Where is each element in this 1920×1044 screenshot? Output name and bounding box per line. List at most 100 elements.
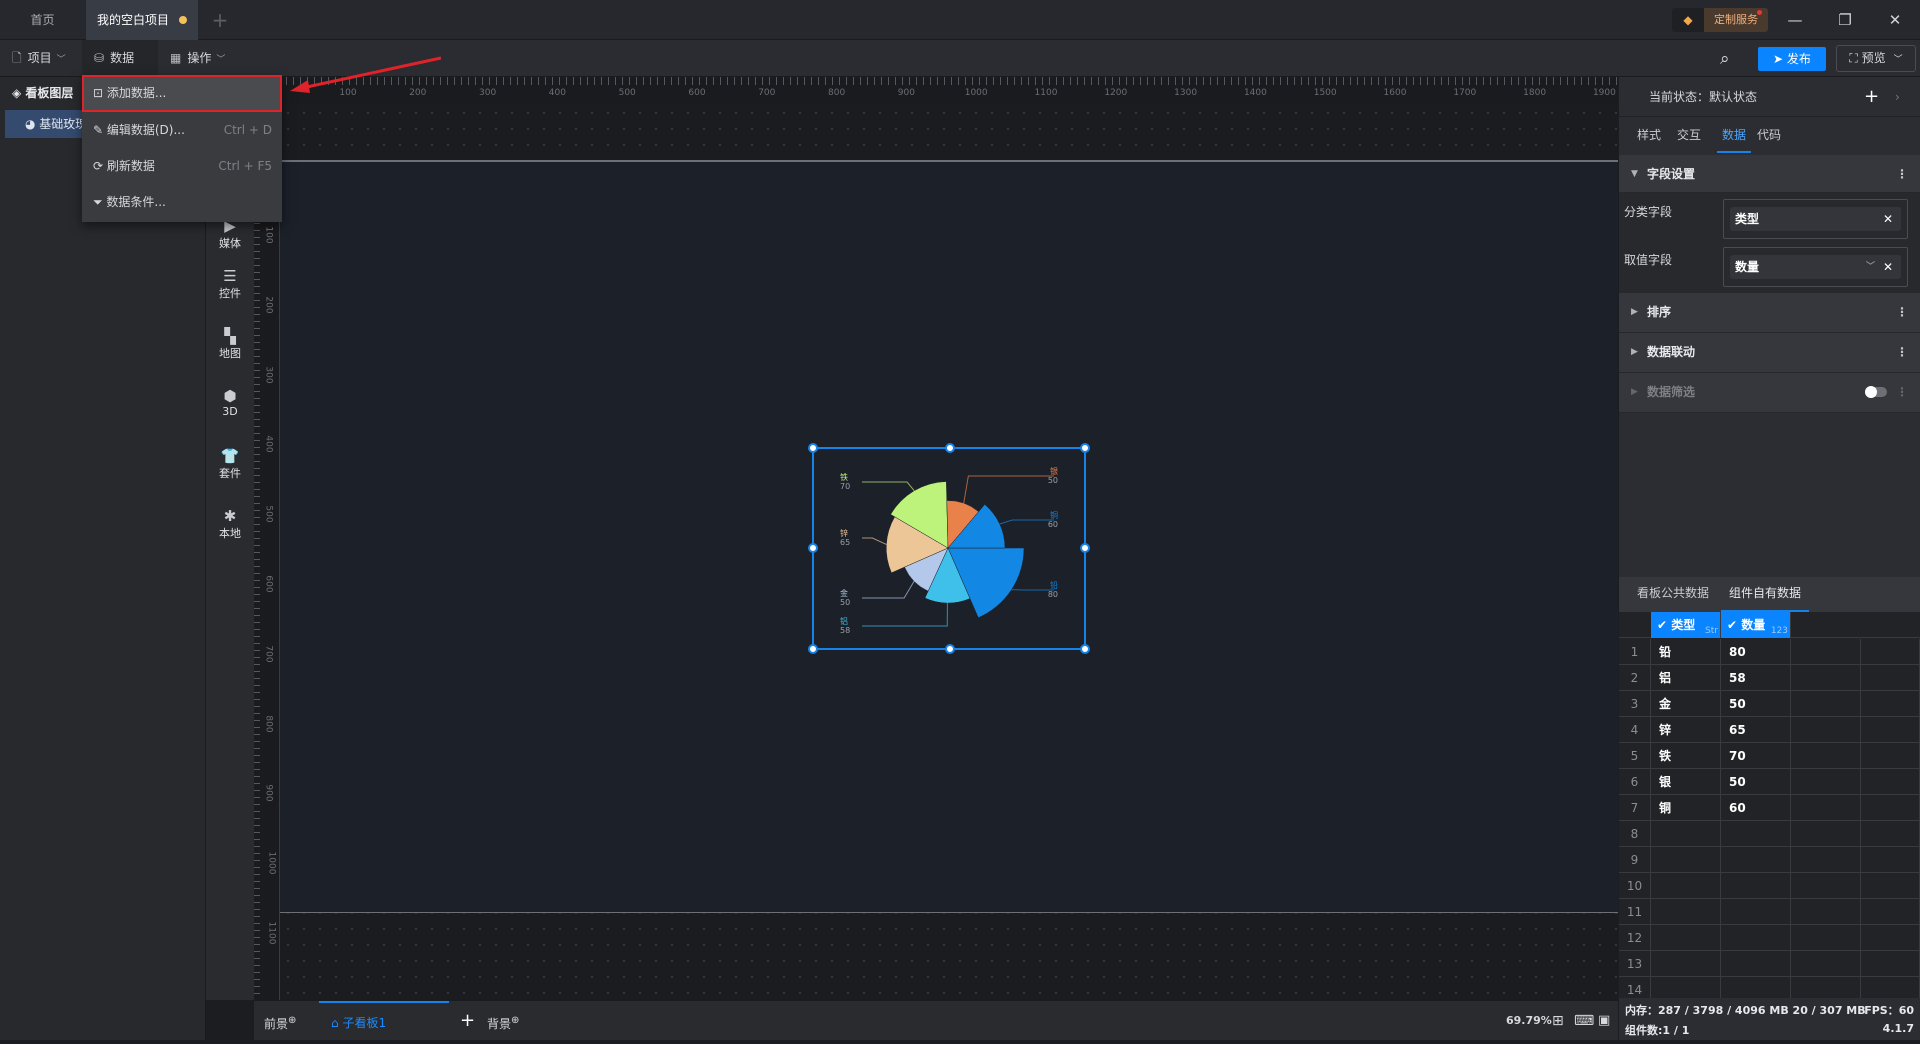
background-tab[interactable]: 背景⊕ bbox=[487, 1001, 519, 1041]
table-cell[interactable]: 铝 bbox=[1651, 665, 1721, 691]
table-cell[interactable] bbox=[1791, 821, 1861, 847]
row-number[interactable]: 1 bbox=[1619, 639, 1651, 665]
table-cell[interactable] bbox=[1791, 951, 1861, 977]
table-cell[interactable] bbox=[1721, 821, 1791, 847]
table-cell[interactable] bbox=[1791, 795, 1861, 821]
table-cell[interactable]: 58 bbox=[1721, 665, 1791, 691]
table-cell[interactable] bbox=[1861, 795, 1920, 821]
tab-home[interactable]: 首页 bbox=[0, 0, 85, 40]
foreground-tab[interactable]: 前景⊕ bbox=[264, 1001, 296, 1041]
clear-icon[interactable]: ✕ bbox=[1883, 255, 1893, 279]
table-cell[interactable]: 60 bbox=[1721, 795, 1791, 821]
row-number[interactable]: 7 bbox=[1619, 795, 1651, 821]
fit-screen-icon[interactable]: ⊞ bbox=[1552, 1001, 1564, 1041]
table-cell[interactable] bbox=[1861, 743, 1920, 769]
table-cell[interactable] bbox=[1721, 899, 1791, 925]
chevron-right-icon[interactable]: › bbox=[1895, 77, 1900, 117]
resize-handle[interactable] bbox=[808, 644, 818, 654]
category-field-select[interactable]: 类型✕ bbox=[1723, 199, 1908, 239]
resize-handle[interactable] bbox=[808, 543, 818, 553]
row-number[interactable]: 11 bbox=[1619, 899, 1651, 925]
table-cell[interactable] bbox=[1791, 769, 1861, 795]
section-data-filter[interactable]: ▶数据筛选 ⋮ bbox=[1619, 373, 1920, 413]
keyboard-icon[interactable]: ⌨ bbox=[1574, 1001, 1594, 1041]
row-number[interactable]: 5 bbox=[1619, 743, 1651, 769]
table-cell[interactable] bbox=[1861, 639, 1920, 665]
table-cell[interactable] bbox=[1861, 821, 1920, 847]
resize-handle[interactable] bbox=[945, 443, 955, 453]
subboard-tab[interactable]: ⌂ 子看板1 bbox=[319, 1001, 449, 1041]
add-state-icon[interactable]: + bbox=[1864, 77, 1879, 117]
row-number[interactable]: 3 bbox=[1619, 691, 1651, 717]
table-cell[interactable]: 50 bbox=[1721, 691, 1791, 717]
minimize-button[interactable]: — bbox=[1770, 0, 1820, 40]
table-cell[interactable]: 65 bbox=[1721, 717, 1791, 743]
more-icon[interactable]: ⋮ bbox=[1896, 333, 1908, 371]
table-cell[interactable] bbox=[1791, 873, 1861, 899]
table-cell[interactable] bbox=[1721, 977, 1791, 998]
row-number[interactable]: 9 bbox=[1619, 847, 1651, 873]
clear-icon[interactable]: ✕ bbox=[1883, 207, 1893, 231]
table-cell[interactable]: 铅 bbox=[1651, 639, 1721, 665]
tab-interaction[interactable]: 交互 bbox=[1677, 117, 1701, 153]
table-cell[interactable] bbox=[1791, 717, 1861, 743]
table-cell[interactable] bbox=[1791, 743, 1861, 769]
more-icon[interactable]: ⋮ bbox=[1896, 293, 1908, 331]
tab-data[interactable]: 数据 bbox=[1717, 117, 1751, 153]
row-number[interactable]: 14 bbox=[1619, 977, 1651, 998]
close-button[interactable]: ✕ bbox=[1870, 0, 1920, 40]
table-cell[interactable] bbox=[1861, 691, 1920, 717]
more-icon[interactable]: ⋮ bbox=[1896, 373, 1908, 411]
more-icon[interactable]: ⋮ bbox=[1896, 155, 1908, 193]
table-cell[interactable] bbox=[1651, 847, 1721, 873]
menu-project[interactable]: 🗋项目﹀ bbox=[0, 40, 78, 77]
add-subboard-button[interactable]: + bbox=[460, 1001, 475, 1041]
publish-button[interactable]: ➤ 发布 bbox=[1758, 47, 1826, 71]
filter-toggle[interactable] bbox=[1865, 387, 1887, 397]
selection-box[interactable] bbox=[812, 447, 1086, 650]
row-number[interactable]: 10 bbox=[1619, 873, 1651, 899]
table-cell[interactable] bbox=[1651, 873, 1721, 899]
table-cell[interactable] bbox=[1861, 665, 1920, 691]
menu-data[interactable]: ⛁数据︿ bbox=[82, 40, 158, 77]
component-map[interactable]: ▚地图 bbox=[206, 327, 254, 361]
value-field-select[interactable]: 数量﹀✕ bbox=[1723, 247, 1908, 287]
column-header[interactable]: ✔ 类型Str bbox=[1651, 612, 1721, 638]
table-cell[interactable] bbox=[1791, 925, 1861, 951]
table-cell[interactable] bbox=[1861, 873, 1920, 899]
table-cell[interactable] bbox=[1651, 899, 1721, 925]
add-tab-button[interactable]: + bbox=[205, 0, 235, 40]
table-cell[interactable] bbox=[1861, 769, 1920, 795]
component-media[interactable]: ▶媒体 bbox=[206, 217, 254, 251]
state-value[interactable]: 默认状态 bbox=[1709, 90, 1757, 104]
table-cell[interactable] bbox=[1651, 821, 1721, 847]
table-cell[interactable] bbox=[1721, 925, 1791, 951]
table-cell[interactable]: 锌 bbox=[1651, 717, 1721, 743]
table-cell[interactable] bbox=[1861, 899, 1920, 925]
table-cell[interactable] bbox=[1721, 847, 1791, 873]
table-cell[interactable] bbox=[1721, 951, 1791, 977]
column-header[interactable]: ✔ 数量123 bbox=[1721, 612, 1791, 638]
add-circle-icon[interactable]: ⊕ bbox=[511, 1015, 519, 1026]
table-cell[interactable] bbox=[1791, 847, 1861, 873]
menu-item-add-data[interactable]: ⊡ 添加数据... bbox=[82, 75, 282, 112]
resize-handle[interactable] bbox=[1080, 443, 1090, 453]
restore-button[interactable]: ❐ bbox=[1820, 0, 1870, 40]
section-sort[interactable]: ▶排序⋮ bbox=[1619, 293, 1920, 333]
component-local[interactable]: ✱本地 bbox=[206, 507, 254, 541]
table-cell[interactable] bbox=[1861, 951, 1920, 977]
section-data-linkage[interactable]: ▶数据联动⋮ bbox=[1619, 333, 1920, 373]
component-3d[interactable]: ⬢3D bbox=[206, 387, 254, 418]
table-cell[interactable] bbox=[1861, 717, 1920, 743]
component-kit[interactable]: 👕套件 bbox=[206, 447, 254, 481]
tab-component-data[interactable]: 组件自有数据 bbox=[1721, 577, 1809, 612]
menu-item-edit-data[interactable]: ✎ 编辑数据(D)...Ctrl + D bbox=[82, 112, 282, 148]
resize-handle[interactable] bbox=[1080, 644, 1090, 654]
zoom-level[interactable]: 69.79% bbox=[1506, 1001, 1552, 1041]
table-cell[interactable]: 银 bbox=[1651, 769, 1721, 795]
tab-project[interactable]: 我的空白项目 bbox=[86, 0, 198, 40]
table-cell[interactable] bbox=[1791, 691, 1861, 717]
table-cell[interactable]: 金 bbox=[1651, 691, 1721, 717]
table-cell[interactable]: 铜 bbox=[1651, 795, 1721, 821]
add-circle-icon[interactable]: ⊕ bbox=[288, 1015, 296, 1026]
